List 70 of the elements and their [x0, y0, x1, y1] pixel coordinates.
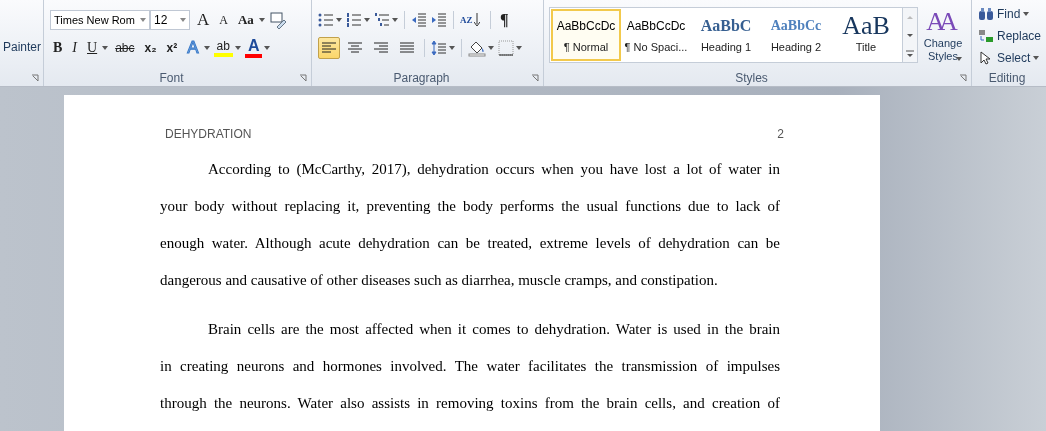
increase-indent-icon[interactable]: [431, 12, 447, 28]
align-icon: [400, 42, 414, 54]
dialog-launcher-icon[interactable]: [31, 74, 39, 82]
page-number: 2: [777, 127, 784, 141]
editing-button[interactable]: Replace: [978, 26, 1044, 46]
caret-icon[interactable]: [364, 18, 370, 22]
line-spacing-icon[interactable]: [431, 40, 447, 56]
group-label: Editing: [987, 71, 1027, 85]
caret-icon[interactable]: [102, 46, 109, 50]
caret-icon[interactable]: [234, 46, 241, 50]
dialog-launcher-icon[interactable]: [531, 74, 539, 82]
caret-icon[interactable]: [203, 46, 210, 50]
change-styles-button[interactable]: AA Change Styles: [920, 7, 966, 61]
caret-icon[interactable]: [449, 46, 455, 50]
sort-button[interactable]: AZ: [460, 13, 484, 27]
font-button[interactable]: Aa: [234, 12, 257, 28]
binoculars-icon: [978, 7, 994, 21]
caret-icon[interactable]: [180, 18, 186, 22]
group-label: Font: [158, 71, 185, 85]
caret-icon[interactable]: [956, 57, 962, 61]
caret-icon[interactable]: [258, 18, 265, 22]
running-header: DEHYDRATION: [165, 127, 252, 141]
multilevel-list-icon[interactable]: [374, 12, 390, 28]
body-paragraph: According to (McCarthy, 2017), dehydration occurs when you have lost a lot of water in your body without replacing it, preventing the body performs the usual functions due to lack of enough water. Although acute dehydration can be treated, extreme levels of dehydration can be dangerous and causative of other diseases such as diarrhea, muscle cramps, and constipation.: [160, 160, 781, 290]
dialog-launcher-icon[interactable]: [959, 74, 967, 82]
font-button[interactable]: A: [194, 10, 213, 30]
show-formatting-button[interactable]: ¶: [497, 11, 512, 29]
font-button[interactable]: ab: [213, 39, 233, 57]
font-size-field[interactable]: 12: [150, 10, 190, 30]
body-paragraph: Brain cells are the most affected when it comes to dehydration. Water is used in the brain in creating neurons and hormones involved. The water facilitates the transmission of impulses through the neurons. Water also assists in removing toxins from the brain cells, and creation of: [160, 320, 781, 413]
caret-icon[interactable]: [392, 18, 398, 22]
style-item[interactable]: AaBbCcDc ¶ No Spaci...: [621, 9, 691, 61]
format-painter-button[interactable]: Painter: [2, 40, 41, 54]
editing-button[interactable]: Select: [978, 48, 1044, 68]
align-icon: [374, 42, 388, 54]
style-item[interactable]: AaBbCcDc ¶ Normal: [551, 9, 621, 61]
style-item[interactable]: AaBbC Heading 1: [691, 9, 761, 61]
font-button[interactable]: A: [244, 38, 263, 58]
caret-icon[interactable]: [336, 18, 342, 22]
caret-icon[interactable]: [1023, 12, 1030, 16]
group-label: Paragraph: [392, 71, 451, 85]
paint-bucket-icon[interactable]: [468, 39, 486, 57]
align-icon: [348, 42, 362, 54]
caret-icon[interactable]: [264, 46, 271, 50]
group-label: Styles: [734, 71, 769, 85]
align-icon: [322, 42, 336, 54]
font-button[interactable]: x₂: [141, 41, 160, 55]
bullet-list-icon[interactable]: [318, 12, 334, 28]
font-button[interactable]: U: [84, 40, 101, 56]
font-button[interactable]: x²: [163, 41, 181, 55]
caret-icon[interactable]: [516, 46, 522, 50]
editing-button[interactable]: Find: [978, 4, 1044, 24]
font-name-field[interactable]: Times New Rom: [50, 10, 150, 30]
down-arrow-icon: [473, 13, 480, 27]
dialog-launcher-icon[interactable]: [299, 74, 307, 82]
style-item[interactable]: AaB Title: [831, 9, 901, 61]
numbered-list-icon[interactable]: [346, 12, 362, 28]
replace-icon: [978, 29, 994, 43]
font-button[interactable]: abc: [112, 41, 138, 55]
caret-icon[interactable]: [488, 46, 494, 50]
caret-icon[interactable]: [1033, 56, 1040, 60]
font-button[interactable]: I: [69, 40, 80, 56]
font-button[interactable]: A: [216, 12, 231, 28]
decrease-indent-icon[interactable]: [411, 12, 427, 28]
style-item[interactable]: AaBbCc Heading 2: [761, 9, 831, 61]
borders-icon[interactable]: [498, 40, 514, 56]
caret-icon[interactable]: [140, 18, 146, 22]
font-button[interactable]: B: [50, 40, 66, 56]
align-button[interactable]: [318, 37, 340, 59]
clear-formatting-icon[interactable]: [268, 11, 287, 29]
